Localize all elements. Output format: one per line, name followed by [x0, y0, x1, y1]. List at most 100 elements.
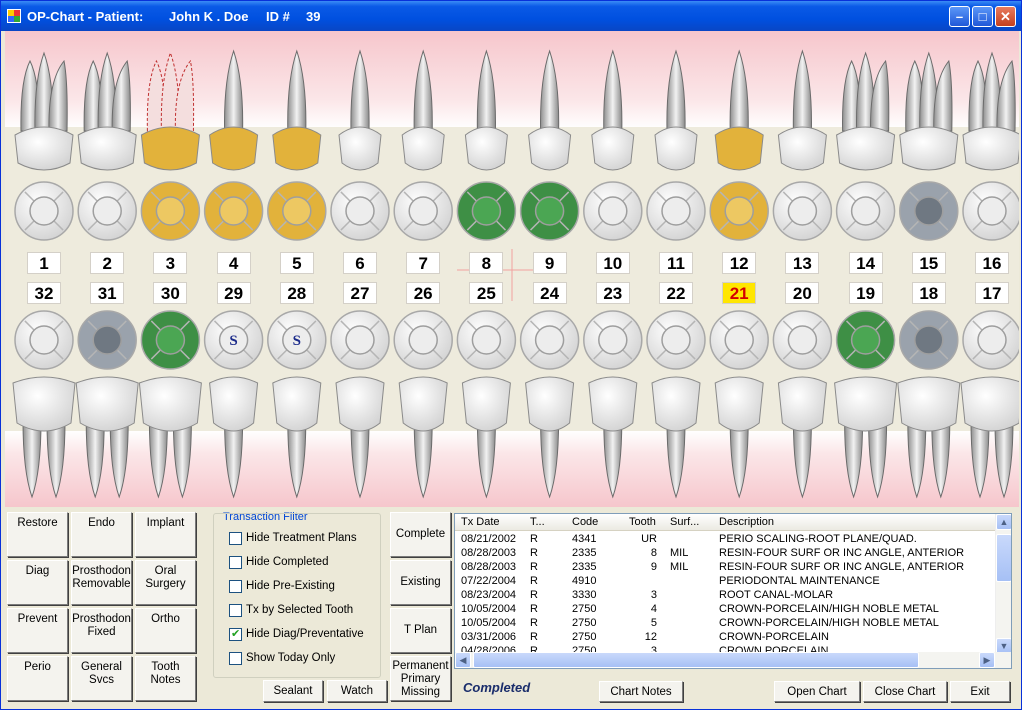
- tooth-number-22[interactable]: 22: [659, 282, 693, 304]
- scroll-up-icon[interactable]: ▲: [996, 514, 1011, 530]
- table-row[interactable]: 10/05/2004 R 2750 5 CROWN-PORCELAIN/HIGH NOB…: [455, 617, 996, 631]
- filter-option-hide-completed[interactable]: Hide Completed: [229, 555, 379, 571]
- column-header-5[interactable]: Description: [719, 516, 774, 528]
- tooth-number-16[interactable]: 16: [975, 252, 1009, 274]
- upper-occlusal-12[interactable]: [709, 181, 769, 241]
- status-button-existing[interactable]: Existing: [390, 560, 451, 605]
- tooth-number-20[interactable]: 20: [785, 282, 820, 304]
- tooth-number-30[interactable]: 30: [153, 282, 188, 304]
- filter-option-hide-diag-preventative[interactable]: Hide Diag/Preventative: [229, 627, 379, 643]
- lower-tooth-30[interactable]: [138, 376, 202, 499]
- category-button-tooth-notes[interactable]: Tooth Notes: [135, 656, 196, 701]
- upper-tooth-3[interactable]: [140, 51, 200, 171]
- tooth-number-4[interactable]: 4: [216, 252, 251, 274]
- tooth-number-29[interactable]: 29: [216, 282, 251, 304]
- lower-tooth-19[interactable]: [834, 376, 898, 499]
- tooth-number-25[interactable]: 25: [469, 282, 504, 304]
- lower-occlusal-31[interactable]: [77, 310, 137, 370]
- category-button-implant[interactable]: Implant: [135, 512, 196, 557]
- tooth-number-32[interactable]: 32: [27, 282, 61, 304]
- category-button-prosthodon-removable[interactable]: Prosthodon Removable: [71, 560, 132, 605]
- sealant-button[interactable]: Sealant: [263, 680, 323, 702]
- lower-tooth-18[interactable]: [897, 376, 961, 499]
- scroll-thumb[interactable]: [996, 534, 1011, 582]
- table-row[interactable]: 03/31/2006 R 2750 12 CROWN-PORCELAIN: [455, 631, 996, 645]
- status-button-complete[interactable]: Complete: [390, 512, 451, 557]
- lower-occlusal-21[interactable]: [709, 310, 769, 370]
- checkbox-icon[interactable]: [229, 580, 242, 593]
- upper-tooth-9[interactable]: [528, 49, 572, 171]
- tooth-number-11[interactable]: 11: [659, 252, 693, 274]
- tooth-number-28[interactable]: 28: [279, 282, 314, 304]
- tooth-number-12[interactable]: 12: [722, 252, 757, 274]
- upper-tooth-5[interactable]: [272, 49, 322, 171]
- category-button-perio[interactable]: Perio: [7, 656, 68, 701]
- upper-occlusal-1[interactable]: [14, 181, 74, 241]
- category-button-diag[interactable]: Diag: [7, 560, 68, 605]
- lower-tooth-31[interactable]: [75, 376, 139, 499]
- upper-occlusal-11[interactable]: [646, 181, 706, 241]
- column-header-4[interactable]: Surf...: [670, 516, 699, 528]
- column-header-1[interactable]: T...: [530, 516, 545, 528]
- lower-occlusal-19[interactable]: [835, 310, 896, 370]
- tooth-number-18[interactable]: 18: [911, 282, 946, 304]
- upper-occlusal-13[interactable]: [772, 181, 833, 241]
- lower-tooth-21[interactable]: [714, 376, 764, 499]
- checkbox-icon[interactable]: [229, 627, 242, 641]
- lower-occlusal-23[interactable]: [583, 310, 643, 370]
- tooth-number-3[interactable]: 3: [153, 252, 188, 274]
- lower-tooth-29[interactable]: [209, 376, 259, 499]
- tooth-number-10[interactable]: 10: [595, 252, 630, 274]
- upper-occlusal-7[interactable]: [393, 181, 453, 241]
- upper-occlusal-10[interactable]: [583, 181, 643, 241]
- tooth-number-26[interactable]: 26: [406, 282, 441, 304]
- upper-tooth-7[interactable]: [401, 49, 445, 171]
- maximize-button[interactable]: □: [972, 6, 993, 27]
- lower-occlusal-26[interactable]: [393, 310, 453, 370]
- category-button-endo[interactable]: Endo: [71, 512, 132, 557]
- chart-notes-button[interactable]: Chart Notes: [599, 681, 683, 702]
- lower-tooth-24[interactable]: [525, 376, 575, 499]
- scroll-left-icon[interactable]: ◀: [455, 652, 471, 668]
- upper-tooth-8[interactable]: [464, 49, 508, 171]
- lower-occlusal-17[interactable]: [962, 310, 1019, 370]
- lower-tooth-23[interactable]: [588, 376, 638, 499]
- category-button-prosthodon-fixed[interactable]: Prosthodon Fixed: [71, 608, 132, 653]
- upper-occlusal-15[interactable]: [899, 181, 959, 241]
- table-row[interactable]: 08/28/2003 R 2335 9 MIL RESIN-FOUR SURF OR IN…: [455, 561, 996, 575]
- lower-occlusal-27[interactable]: [330, 310, 390, 370]
- upper-occlusal-3[interactable]: [140, 181, 201, 241]
- tooth-number-31[interactable]: 31: [90, 282, 125, 304]
- category-button-oral-surgery[interactable]: Oral Surgery: [135, 560, 196, 605]
- lower-occlusal-29[interactable]: S: [203, 310, 264, 370]
- tooth-number-2[interactable]: 2: [90, 252, 125, 274]
- column-header-0[interactable]: Tx Date: [461, 516, 500, 528]
- filter-option-tx-by-selected-tooth[interactable]: Tx by Selected Tooth: [229, 603, 379, 619]
- upper-tooth-6[interactable]: [338, 49, 382, 171]
- tooth-number-9[interactable]: 9: [532, 252, 567, 274]
- lower-tooth-32[interactable]: [12, 376, 76, 499]
- lower-occlusal-32[interactable]: [14, 310, 74, 370]
- upper-tooth-11[interactable]: [654, 49, 698, 171]
- tooth-number-14[interactable]: 14: [848, 252, 883, 274]
- table-row[interactable]: 08/21/2002 R 4341 UR PERIO SCALING-ROOT PLAN…: [455, 533, 996, 547]
- upper-tooth-16[interactable]: [962, 51, 1019, 171]
- lower-tooth-25[interactable]: [461, 376, 511, 499]
- scroll-right-icon[interactable]: ▶: [979, 652, 995, 668]
- upper-tooth-14[interactable]: [836, 51, 896, 171]
- upper-tooth-13[interactable]: [777, 49, 827, 171]
- upper-tooth-10[interactable]: [591, 49, 635, 171]
- lower-tooth-28[interactable]: [272, 376, 322, 499]
- open-chart-button[interactable]: Open Chart: [774, 681, 860, 702]
- tooth-number-24[interactable]: 24: [532, 282, 567, 304]
- table-row[interactable]: 07/22/2004 R 4910 PERIODONTAL MAINTENANCE: [455, 575, 996, 589]
- filter-option-hide-pre-existing[interactable]: Hide Pre-Existing: [229, 579, 379, 595]
- upper-occlusal-6[interactable]: [330, 181, 390, 241]
- upper-occlusal-8[interactable]: [456, 181, 517, 241]
- lower-occlusal-28[interactable]: S: [267, 310, 327, 370]
- category-button-ortho[interactable]: Ortho: [135, 608, 196, 653]
- table-row[interactable]: 08/23/2004 R 3330 3 ROOT CANAL-MOLAR: [455, 589, 996, 603]
- watch-button[interactable]: Watch: [327, 680, 387, 702]
- status-button-t-plan[interactable]: T Plan: [390, 608, 451, 653]
- tooth-number-21[interactable]: 21: [722, 282, 757, 304]
